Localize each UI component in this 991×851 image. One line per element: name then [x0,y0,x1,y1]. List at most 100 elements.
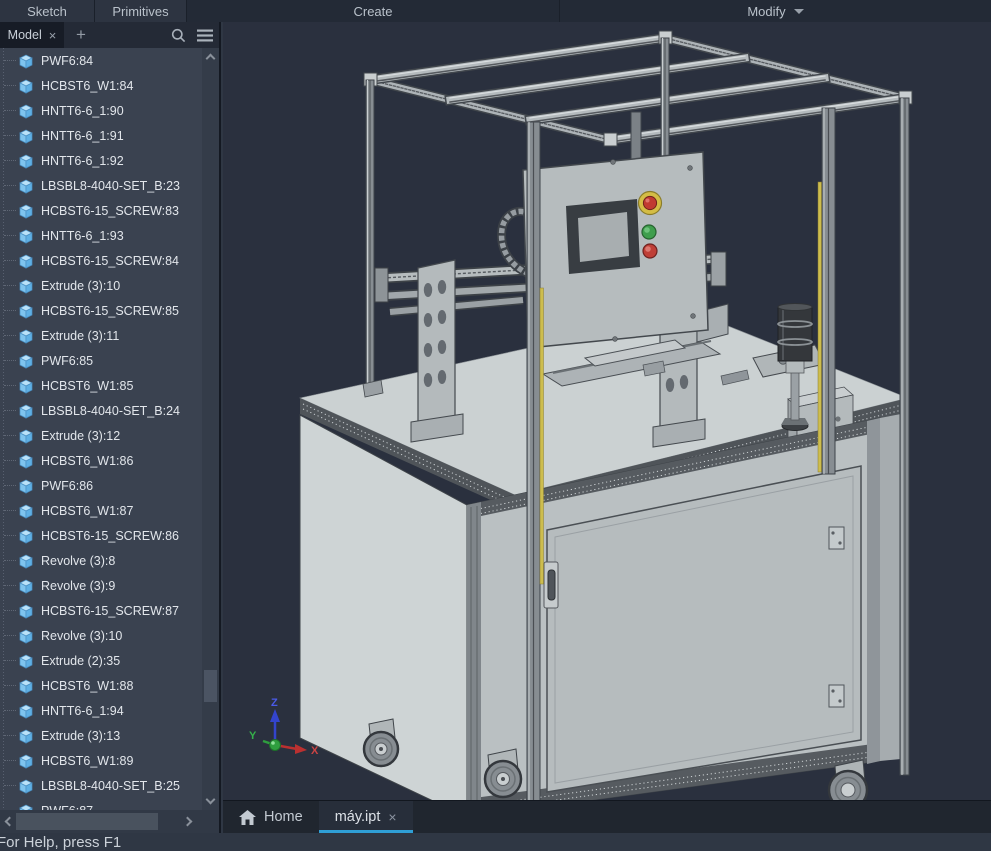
close-icon[interactable]: × [49,28,57,43]
tree-item[interactable]: HCBST6-15_SCREW:85 [0,298,202,323]
tree-item[interactable]: HCBST6_W1:88 [0,673,202,698]
tree-guide [4,360,16,361]
part-cube-icon [19,604,33,619]
tree-item[interactable]: Extrude (3):11 [0,323,202,348]
tree-item-label: HCBST6_W1:89 [41,753,134,768]
tree-item[interactable]: Extrude (3):10 [0,273,202,298]
part-cube-icon [19,279,33,294]
y-axis-label: Y [249,730,257,742]
tree-item[interactable]: LBSBL8-4040-SET_B:24 [0,398,202,423]
tree-item-label: HCBST6_W1:85 [41,378,134,393]
part-cube-icon [19,379,33,394]
tree-item[interactable]: HCBST6-15_SCREW:87 [0,598,202,623]
add-panel-button[interactable]: + [76,26,86,43]
part-cube-icon [19,754,33,769]
tree-item-label: Extrude (3):10 [41,278,121,293]
tree-item[interactable]: HNTT6-6_1:92 [0,148,202,173]
tree-guide [4,710,16,711]
tree-item[interactable]: HCBST6_W1:86 [0,448,202,473]
part-cube-icon [19,504,33,519]
tab-document-may-ipt[interactable]: máy.ipt × [318,801,413,833]
tree-guide [4,585,16,586]
tree-item-label: HCBST6_W1:86 [41,453,134,468]
tree-guide [4,85,16,86]
scroll-up-icon[interactable] [205,53,216,64]
tree-item[interactable]: HNTT6-6_1:93 [0,223,202,248]
tree-item[interactable]: LBSBL8-4040-SET_B:23 [0,173,202,198]
top-toolbar: Sketch Primitives Create Modify [0,0,991,22]
tree-guide [4,385,16,386]
tree-item[interactable]: Extrude (3):12 [0,423,202,448]
tree-guide [4,635,16,636]
tree-item[interactable]: HCBST6_W1:89 [0,748,202,773]
tree-item[interactable]: Extrude (2):35 [0,648,202,673]
tree-item[interactable]: HNTT6-6_1:91 [0,123,202,148]
tree-item[interactable]: LBSBL8-4040-SET_B:25 [0,773,202,798]
part-cube-icon [19,704,33,719]
search-icon[interactable] [171,28,186,43]
scroll-right-icon[interactable] [182,816,193,827]
tree-item[interactable]: PWF6:87 [0,798,202,810]
tree-item-label: HNTT6-6_1:94 [41,703,124,718]
tree-item[interactable]: PWF6:85 [0,348,202,373]
tree-item[interactable]: Extrude (3):13 [0,723,202,748]
document-tab-bar: Home máy.ipt × [223,800,991,833]
door-hinge-top [828,526,845,550]
part-cube-icon [19,579,33,594]
tab-sketch-label: Sketch [27,3,67,19]
tree-item-label: PWF6:85 [41,353,94,368]
viewport-3d[interactable]: Z X Y [223,22,991,800]
tree-guide [4,110,16,111]
menu-icon[interactable] [197,29,213,42]
z-axis-arrow [270,709,280,722]
tree-item-label: HCBST6-15_SCREW:83 [41,203,180,218]
tree-item[interactable]: Revolve (3):8 [0,548,202,573]
z-axis-label: Z [271,697,278,709]
tree-item[interactable]: PWF6:84 [0,48,202,73]
tree-item[interactable]: HCBST6_W1:87 [0,498,202,523]
tab-primitives[interactable]: Primitives [95,0,187,22]
tree-item[interactable]: HCBST6-15_SCREW:86 [0,523,202,548]
status-bar-text: For Help, press F1 [0,834,122,851]
tab-sketch[interactable]: Sketch [0,0,95,22]
tree-guide [4,535,16,536]
tree-item[interactable]: HCBST6-15_SCREW:83 [0,198,202,223]
tree-item[interactable]: PWF6:86 [0,473,202,498]
vertical-scroll-thumb[interactable] [204,670,217,702]
tree-item-label: HCBST6_W1:84 [41,78,134,93]
tree-guide [4,160,16,161]
tree-guide [4,285,16,286]
y-axis-ball [269,739,281,751]
machine-3d-model: Z X Y [249,30,913,800]
tree-item-label: PWF6:86 [41,478,94,493]
tree-item[interactable]: Revolve (3):10 [0,623,202,648]
close-icon[interactable]: × [388,809,396,825]
tree-vertical-scrollbar[interactable] [202,48,219,810]
tree-horizontal-scrollbar[interactable] [0,810,219,833]
tree-item-label: PWF6:84 [41,53,94,68]
part-cube-icon [19,54,33,69]
tree-guide [4,60,16,61]
tree-item[interactable]: HNTT6-6_1:90 [0,98,202,123]
tab-create[interactable]: Create [187,0,560,22]
scroll-left-icon[interactable] [4,816,15,827]
tab-document-label: máy.ipt [334,809,381,825]
tab-modify[interactable]: Modify [560,0,991,22]
tree-item-label: HCBST6-15_SCREW:85 [41,303,180,318]
tree-item-label: HCBST6-15_SCREW:84 [41,253,180,268]
tree-item[interactable]: HCBST6-15_SCREW:84 [0,248,202,273]
door-hinge-bottom [828,684,845,708]
tree-item[interactable]: HNTT6-6_1:94 [0,698,202,723]
tab-home[interactable]: Home [223,801,319,833]
tree-item[interactable]: Revolve (3):9 [0,573,202,598]
model-panel-tab[interactable]: Model × [0,22,64,48]
part-cube-icon [19,129,33,144]
tab-create-label: Create [353,3,393,19]
tree-item[interactable]: HCBST6_W1:84 [0,73,202,98]
horizontal-scroll-thumb[interactable] [16,813,158,830]
tree-item-label: Extrude (3):11 [41,328,120,343]
part-cube-icon [19,104,33,119]
tree-guide [4,310,16,311]
scroll-down-icon[interactable] [205,794,216,805]
tree-item[interactable]: HCBST6_W1:85 [0,373,202,398]
